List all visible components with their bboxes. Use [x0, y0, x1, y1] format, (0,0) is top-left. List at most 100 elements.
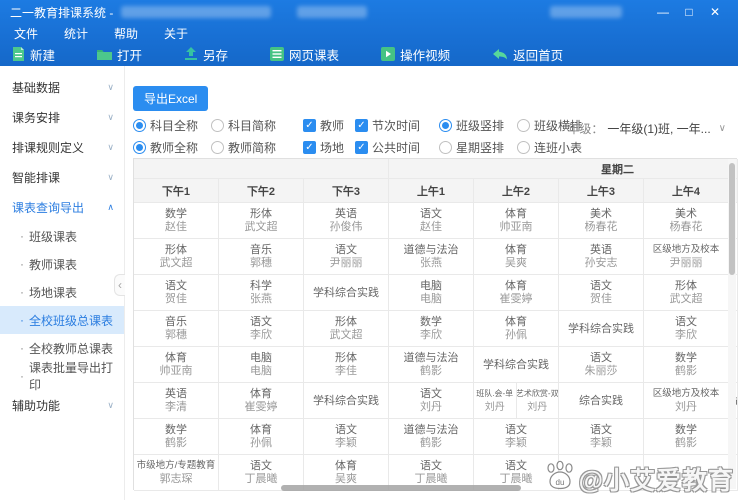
save-as-icon: [184, 47, 198, 61]
schedule-cell: 语文李颖: [474, 419, 559, 455]
radio-icon[interactable]: [211, 119, 224, 132]
minimize-button[interactable]: —: [650, 0, 676, 24]
vertical-scrollbar[interactable]: [728, 159, 736, 489]
new-button[interactable]: 新建: [12, 45, 55, 64]
sidebar-collapse-handle[interactable]: ‹: [114, 274, 125, 296]
radio-selected-icon[interactable]: [133, 119, 146, 132]
horizontal-scrollbar-thumb[interactable]: [281, 485, 521, 491]
teacher-label: 孙安志: [585, 257, 618, 270]
schedule-cell: 数学李欣: [389, 311, 474, 347]
chevron-up-icon: ∧: [107, 202, 114, 213]
schedule-cell: 音乐郭穗: [134, 311, 219, 347]
subject-label: 美术: [675, 207, 697, 221]
save-as-button[interactable]: 另存: [184, 45, 228, 64]
radio-option[interactable]: 科目全称: [133, 117, 211, 134]
schedule-cell: 语文尹丽丽: [304, 239, 389, 275]
radio-icon[interactable]: [517, 141, 530, 154]
grade-select[interactable]: 年级： 一年级(1)班, 一年... ∨: [567, 120, 726, 137]
subject-label: 市级地方/专题教育: [137, 459, 216, 473]
teacher-label: 张燕: [420, 257, 442, 270]
checkbox-checked-icon[interactable]: ✓: [303, 141, 316, 154]
schedule-cell: 科学张燕: [219, 275, 304, 311]
subject-label: 语文: [420, 387, 442, 401]
schedule-cell: 数学鹤影: [134, 419, 219, 455]
chevron-down-icon: ∨: [719, 123, 726, 134]
sidebar-section[interactable]: 基础数据∨: [0, 72, 124, 102]
subject-label: 语文: [250, 459, 272, 473]
radio-option[interactable]: 星期竖排: [439, 139, 517, 156]
sidebar-item[interactable]: ·教师课表: [0, 250, 124, 278]
teacher-label: 鹤影: [675, 365, 697, 378]
filter-panel: 科目全称科目简称✓教师✓节次时间班级竖排班级横排 教师全称教师简称✓场地✓公共时…: [133, 114, 601, 158]
back-home-button[interactable]: 返回首页: [492, 45, 563, 64]
web-timetable-button[interactable]: 网页课表: [270, 45, 339, 64]
subject-label: 科学: [250, 279, 272, 293]
subject-label: 数学: [675, 351, 697, 365]
checkbox-checked-icon[interactable]: ✓: [355, 141, 368, 154]
radio-selected-icon[interactable]: [133, 141, 146, 154]
export-excel-button[interactable]: 导出Excel: [133, 86, 208, 111]
checkbox-option[interactable]: ✓ 教师: [303, 117, 355, 134]
radio-icon[interactable]: [211, 141, 224, 154]
menu-item-statistics[interactable]: 统计: [64, 25, 88, 42]
timetable-row: 数学赵佳形体武文超英语孙俊伟语文赵佳体育帅亚南美术杨春花美术杨春花: [134, 203, 736, 239]
menu-item-help[interactable]: 帮助: [114, 25, 138, 42]
subject-label: 体育: [250, 387, 272, 401]
subject-label: 电脑: [250, 351, 272, 365]
checkbox-option[interactable]: ✓节次时间: [355, 117, 439, 134]
close-button[interactable]: ✕: [702, 0, 728, 24]
tutorial-video-button[interactable]: 操作视频: [381, 45, 450, 64]
menu-item-file[interactable]: 文件: [14, 25, 38, 42]
vertical-scrollbar-thumb[interactable]: [729, 163, 735, 275]
maximize-button[interactable]: □: [676, 0, 702, 24]
filter-label: 教师: [320, 117, 344, 134]
radio-icon[interactable]: [439, 141, 452, 154]
radio-option[interactable]: 连班小表: [517, 139, 601, 156]
subject-label: 形体: [335, 351, 357, 365]
radio-option[interactable]: 班级竖排: [439, 117, 517, 134]
teacher-label: 朱丽莎: [585, 365, 618, 378]
checkbox-checked-icon[interactable]: ✓: [303, 119, 316, 132]
radio-option[interactable]: 教师全称: [133, 139, 211, 156]
schedule-cell: 区级地方及校本刘丹: [644, 383, 729, 419]
sidebar-item[interactable]: ·场地课表: [0, 278, 124, 306]
sidebar-section[interactable]: 课表查询导出∧: [0, 192, 124, 222]
sidebar-section[interactable]: 智能排课∨: [0, 162, 124, 192]
schedule-cell: 体育帅亚南: [134, 347, 219, 383]
sidebar-item[interactable]: ·全校教师总课表: [0, 334, 124, 362]
sidebar-section[interactable]: 课务安排∨: [0, 102, 124, 132]
sidebar-item[interactable]: ·全校班级总课表: [0, 306, 124, 334]
blurred-badge: [550, 6, 622, 18]
radio-option[interactable]: 科目简称: [211, 117, 303, 134]
subject-label: 学科综合实践: [313, 394, 379, 408]
radio-selected-icon[interactable]: [439, 119, 452, 132]
sidebar-section-label: 智能排课: [12, 169, 60, 186]
schedule-cell: [559, 455, 644, 491]
checkbox-checked-icon[interactable]: ✓: [355, 119, 368, 132]
bullet-icon: ·: [20, 369, 24, 383]
radio-option[interactable]: 教师简称: [211, 139, 303, 156]
sidebar-section-label: 基础数据: [12, 79, 60, 96]
teacher-label: 李颖: [590, 437, 612, 450]
menu-item-about[interactable]: 关于: [164, 25, 188, 42]
web-table-icon: [270, 47, 284, 61]
teacher-label: 李颖: [505, 437, 527, 450]
subject-label: 语文: [420, 207, 442, 221]
teacher-label: 孙佩: [250, 437, 272, 450]
filter-row-2: 教师全称教师简称✓场地✓公共时间星期竖排连班小表: [133, 136, 601, 158]
checkbox-option[interactable]: ✓场地: [303, 139, 355, 156]
sidebar-section[interactable]: 排课规则定义∨: [0, 132, 124, 162]
schedule-cell: 语文赵佳: [389, 203, 474, 239]
checkbox-option[interactable]: ✓公共时间: [355, 139, 439, 156]
sidebar-item[interactable]: ·课表批量导出打印: [0, 362, 124, 390]
radio-icon[interactable]: [517, 119, 530, 132]
schedule-cell: 语文李欣: [219, 311, 304, 347]
open-button[interactable]: 打开: [97, 45, 142, 64]
teacher-label: 刘丹: [420, 401, 442, 414]
schedule-cell: 美术杨春花: [559, 203, 644, 239]
teacher-label: 武文超: [245, 221, 278, 234]
sidebar-item[interactable]: ·班级课表: [0, 222, 124, 250]
schedule-cell: 数学鹤影: [644, 419, 729, 455]
schedule-cell: 语文贺佳: [134, 275, 219, 311]
sidebar-section[interactable]: 辅助功能∨: [0, 390, 124, 420]
